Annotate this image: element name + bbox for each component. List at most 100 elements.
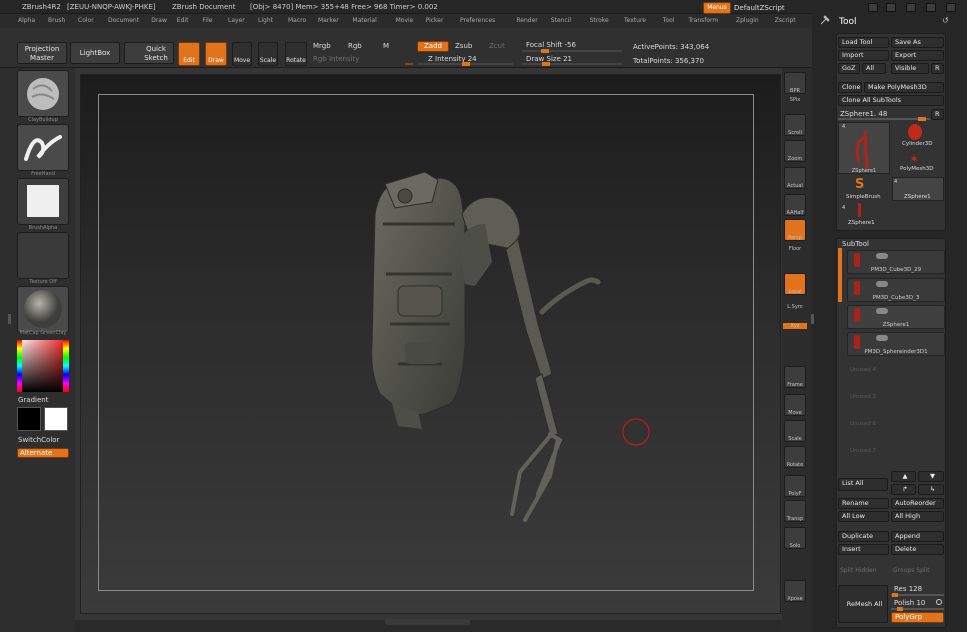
menu-item[interactable]: Zplugin [736,17,759,24]
subtool-unused-slot[interactable]: Unused 4 [850,367,876,373]
refresh-icon[interactable]: ↺ [942,16,949,25]
move-up-button[interactable]: ▲ [891,471,916,482]
menu-item[interactable]: Stroke [590,17,609,24]
all-high-button[interactable]: All High [891,511,944,522]
subtool-unused-slot[interactable]: Unused 6 [850,421,876,427]
material-thumbnail[interactable] [17,286,69,333]
switchcolor-button[interactable]: SwitchColor [18,436,59,444]
groups-split-button[interactable]: Groups Split [893,567,930,574]
rgb-toggle[interactable]: Rgb [348,42,362,50]
visible-button[interactable]: Visible [891,63,929,74]
menu-item[interactable]: Alpha [18,17,35,24]
polish-handle[interactable] [897,607,903,611]
subtool-unused-slot[interactable]: Unused 7 [850,448,876,454]
rshelf-xyz-toggle[interactable]: Xyz [783,323,807,329]
menu-item[interactable]: Movie [396,17,414,24]
tool-thumb-zsphere-main[interactable] [838,122,890,174]
save-icon[interactable] [886,3,896,12]
clone-button[interactable]: Clone [838,82,862,93]
stroke-thumbnail[interactable] [17,124,69,171]
menu-item[interactable]: Macro [288,17,306,24]
menu-item[interactable]: Layer [228,17,245,24]
menu-item[interactable]: Picker [426,17,444,24]
focal-shift-slider[interactable]: Focal Shift -56 [526,41,576,49]
tool-name-3[interactable]: SimpleBrush [846,194,881,200]
duplicate-button[interactable]: Duplicate [838,531,889,542]
menu-item[interactable]: Texture [624,17,646,24]
menu-item[interactable]: Document [108,17,139,24]
focal-shift-handle[interactable] [541,49,549,53]
list-all-button[interactable]: List All [838,478,888,491]
export-button[interactable]: Export [891,50,944,61]
draw-button[interactable]: Draw [205,42,227,66]
menu-item[interactable]: Marker [318,17,339,24]
menu-item[interactable]: Light [258,17,273,24]
clone-all-subtools-button[interactable]: Clone All SubTools [838,95,944,106]
visibility-eye-icon[interactable] [876,253,888,259]
insert-button[interactable]: Insert [838,544,889,555]
minimize-icon[interactable] [906,3,916,12]
polygrp-button[interactable]: PolyGrp [891,612,944,623]
save-as-button[interactable]: Save As [891,37,944,48]
zcut-toggle[interactable]: Zcut [489,42,505,50]
r-button[interactable]: R [931,63,944,74]
subtool-unused-slot[interactable]: Unused 5 [850,394,876,400]
m-toggle[interactable]: M [383,42,389,50]
zsub-toggle[interactable]: Zsub [455,42,472,50]
projection-master-button[interactable]: Projection Master [17,42,67,64]
rshelf-spix-toggle[interactable]: SPix [780,97,810,103]
brush-thumbnail[interactable] [17,70,69,117]
hue-strip[interactable] [17,340,22,392]
scale-button[interactable]: Scale [258,42,278,66]
gradient-label[interactable]: Gradient [18,396,48,404]
remesh-all-button[interactable]: ReMesh All [838,585,888,623]
all-low-button[interactable]: All Low [838,511,889,522]
main-color-swatch[interactable] [44,407,68,431]
subtool-title[interactable]: SubTool [842,240,869,248]
res-handle[interactable] [892,593,898,597]
split-hidden-button[interactable]: Split Hidden [840,567,877,574]
maximize-icon[interactable] [926,3,936,12]
tool-name-5[interactable]: ZSphere1 [848,220,875,226]
arrow-up-right-icon[interactable]: ↱ [891,484,916,495]
menu-item[interactable]: Preferences [460,17,495,24]
close-icon[interactable] [946,3,956,12]
move-button[interactable]: Move [232,42,252,66]
rgb-intensity-slider[interactable]: Rgb Intensity [313,55,359,63]
menu-item[interactable]: Material [352,17,376,24]
menu-item[interactable]: File [202,17,212,24]
menu-item[interactable]: Transform [688,17,718,24]
dock-icon[interactable] [868,3,878,12]
secondary-color-swatch[interactable] [17,407,41,431]
texture-thumbnail[interactable] [17,232,69,279]
left-collapse-arrow[interactable] [5,314,11,324]
make-polymesh-button[interactable]: Make PolyMesh3D [864,82,944,93]
polish-circle-icon[interactable] [936,599,942,605]
rotate-button[interactable]: Rotate [285,42,307,66]
menu-item[interactable]: Zscript [775,17,796,24]
menus-button[interactable]: Menus [703,2,731,14]
z-intensity-handle[interactable] [462,62,470,66]
rshelf-lsym-toggle[interactable]: L.Sym [780,304,810,310]
r-button-2[interactable]: R [931,109,944,120]
menu-item[interactable]: Tool [663,17,675,24]
arrow-down-right-icon[interactable]: ↳ [918,484,944,495]
all-button[interactable]: All [862,63,886,74]
quick-sketch-button[interactable]: Quick Sketch [124,42,174,64]
menu-item[interactable]: Color [78,17,94,24]
zadd-toggle[interactable]: Zadd [417,41,449,52]
lightbox-button[interactable]: LightBox [70,42,120,64]
goz-button[interactable]: GoZ [838,63,860,74]
res-slider[interactable]: Res 128 [894,585,922,593]
menu-item[interactable]: Draw [151,17,167,24]
autoreorder-button[interactable]: AutoReorder [891,498,944,509]
visibility-eye-icon[interactable] [876,281,888,287]
visibility-eye-icon[interactable] [876,308,888,314]
color-picker[interactable] [17,340,69,392]
alpha-thumbnail[interactable] [17,178,69,225]
current-tool-slider[interactable]: ZSphere1. 48 [840,110,887,118]
rename-button[interactable]: Rename [838,498,889,509]
menu-item[interactable]: Stencil [551,17,571,24]
load-tool-button[interactable]: Load Tool [838,37,889,48]
draw-size-handle[interactable] [542,62,550,66]
